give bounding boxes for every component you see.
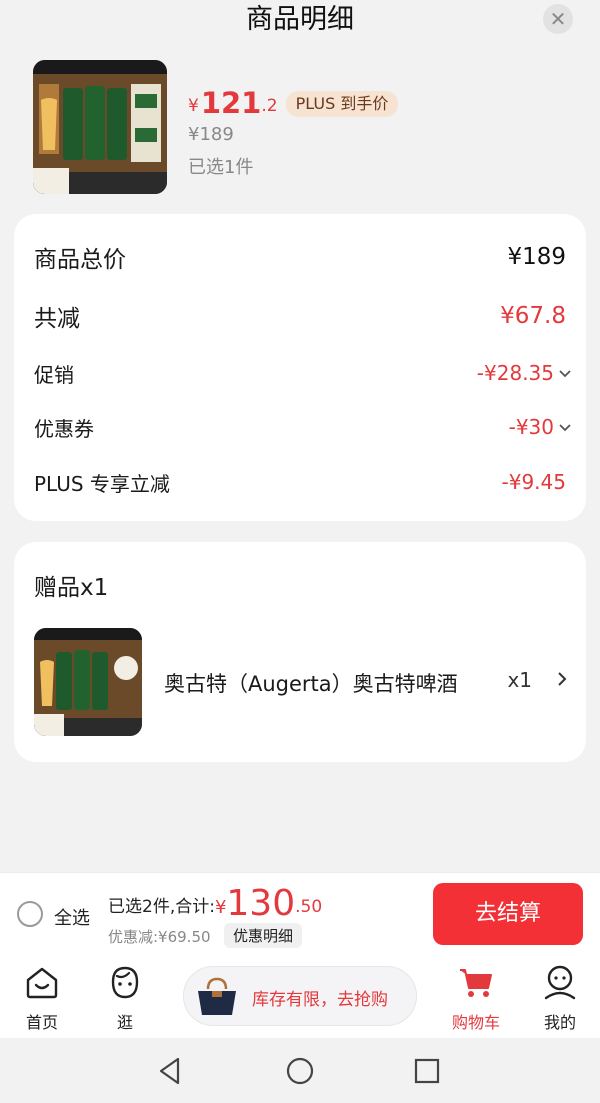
home-icon: [26, 967, 58, 999]
close-button[interactable]: ✕: [543, 4, 573, 34]
discount-detail-button[interactable]: 优惠明细: [224, 923, 303, 948]
row-total-discount: 共减 ¥67.8: [34, 297, 566, 335]
chevron-down-icon: [559, 424, 571, 432]
bottom-tabbar: 首页 逛 库存有限，去抢购 购物车 我的: [0, 954, 600, 1038]
price-currency: ¥: [188, 96, 199, 116]
deal-price: ¥ 121 .2 PLUS 到手价: [188, 85, 399, 120]
row-label: PLUS 专享立减: [34, 471, 170, 496]
row-value: ¥67.8: [500, 303, 566, 329]
home-circle-icon[interactable]: [285, 1056, 315, 1086]
plus-price-badge: PLUS 到手价: [285, 91, 399, 117]
tab-label: 逛: [116, 1013, 133, 1032]
tab-home[interactable]: 首页: [7, 954, 77, 1038]
price-decimal: .2: [261, 96, 278, 116]
row-label: 商品总价: [34, 247, 126, 273]
chevron-down-icon: [559, 370, 571, 378]
row-label: 优惠券: [34, 416, 94, 441]
total-decimal: .50: [295, 897, 323, 917]
total-label: 已选2件,合计:: [108, 897, 215, 917]
tab-label: 购物车: [451, 1013, 500, 1032]
recents-icon[interactable]: [412, 1056, 442, 1086]
back-icon[interactable]: [156, 1056, 186, 1086]
promo-text: 库存有限，去抢购: [252, 990, 388, 1010]
row-plus-discount: PLUS 专享立减 -¥9.45: [34, 465, 566, 499]
discount-amount: 优惠减:¥69.50: [108, 928, 211, 946]
sheet-header: 商品明细 ✕: [0, 0, 600, 40]
sheet-title: 商品明细: [246, 4, 354, 35]
close-icon: ✕: [549, 7, 567, 31]
gift-item[interactable]: 奥古特（Augerta）奥古特啤酒 x1: [34, 628, 570, 736]
price-integer: 121: [200, 86, 262, 120]
product-summary: ¥ 121 .2 PLUS 到手价 ¥189 已选1件: [33, 60, 573, 196]
gift-quantity: x1: [507, 668, 532, 692]
row-value: -¥9.45: [501, 470, 566, 494]
gift-title: 赠品x1: [34, 575, 109, 601]
tab-label: 首页: [25, 1013, 58, 1032]
gift-card: 赠品x1 奥古特（Augerta）奥古特啤酒 x1: [14, 542, 586, 762]
system-nav-bar: [0, 1038, 600, 1103]
row-value-wrap: -¥30: [508, 415, 571, 439]
row-label: 共减: [34, 306, 80, 332]
chevron-right-icon: [558, 672, 567, 686]
select-all-radio[interactable]: [17, 901, 43, 927]
gift-image: [34, 628, 142, 736]
row-label: 促销: [34, 362, 74, 387]
tab-explore[interactable]: 逛: [90, 954, 160, 1038]
select-all-label[interactable]: 全选: [54, 904, 90, 930]
total-line: 已选2件,合计: ¥ 130 .50: [108, 883, 322, 923]
original-price: ¥189: [188, 124, 234, 145]
gift-name: 奥古特（Augerta）奥古特啤酒: [164, 672, 458, 696]
price-breakdown-card: 商品总价 ¥189 共减 ¥67.8 促销 -¥28.35 优惠券 -¥30 P…: [14, 214, 586, 521]
row-value: -¥30: [508, 415, 554, 439]
product-image: [33, 60, 167, 194]
tab-me[interactable]: 我的: [525, 954, 595, 1038]
row-value-wrap: -¥28.35: [476, 361, 571, 385]
checkout-bar: 全选 已选2件,合计: ¥ 130 .50 优惠减:¥69.50 优惠明细 去结…: [0, 872, 600, 954]
tab-label: 我的: [543, 1013, 576, 1032]
profile-icon: [544, 965, 576, 1000]
tab-cart[interactable]: 购物车: [441, 954, 511, 1038]
total-currency: ¥: [214, 897, 227, 918]
row-total-price: 商品总价 ¥189: [34, 238, 566, 276]
promo-pill[interactable]: 库存有限，去抢购: [183, 966, 417, 1026]
bag-icon: [198, 977, 236, 1015]
row-value: -¥28.35: [476, 361, 554, 385]
cart-icon: [460, 969, 492, 997]
checkout-button[interactable]: 去结算: [433, 883, 583, 945]
total-integer: 130: [226, 883, 296, 924]
row-value: ¥189: [507, 244, 566, 270]
row-coupon[interactable]: 优惠券 -¥30: [34, 410, 571, 444]
row-promotion[interactable]: 促销 -¥28.35: [34, 356, 571, 390]
explore-face-icon: [111, 966, 139, 999]
selected-count: 已选1件: [188, 157, 254, 178]
